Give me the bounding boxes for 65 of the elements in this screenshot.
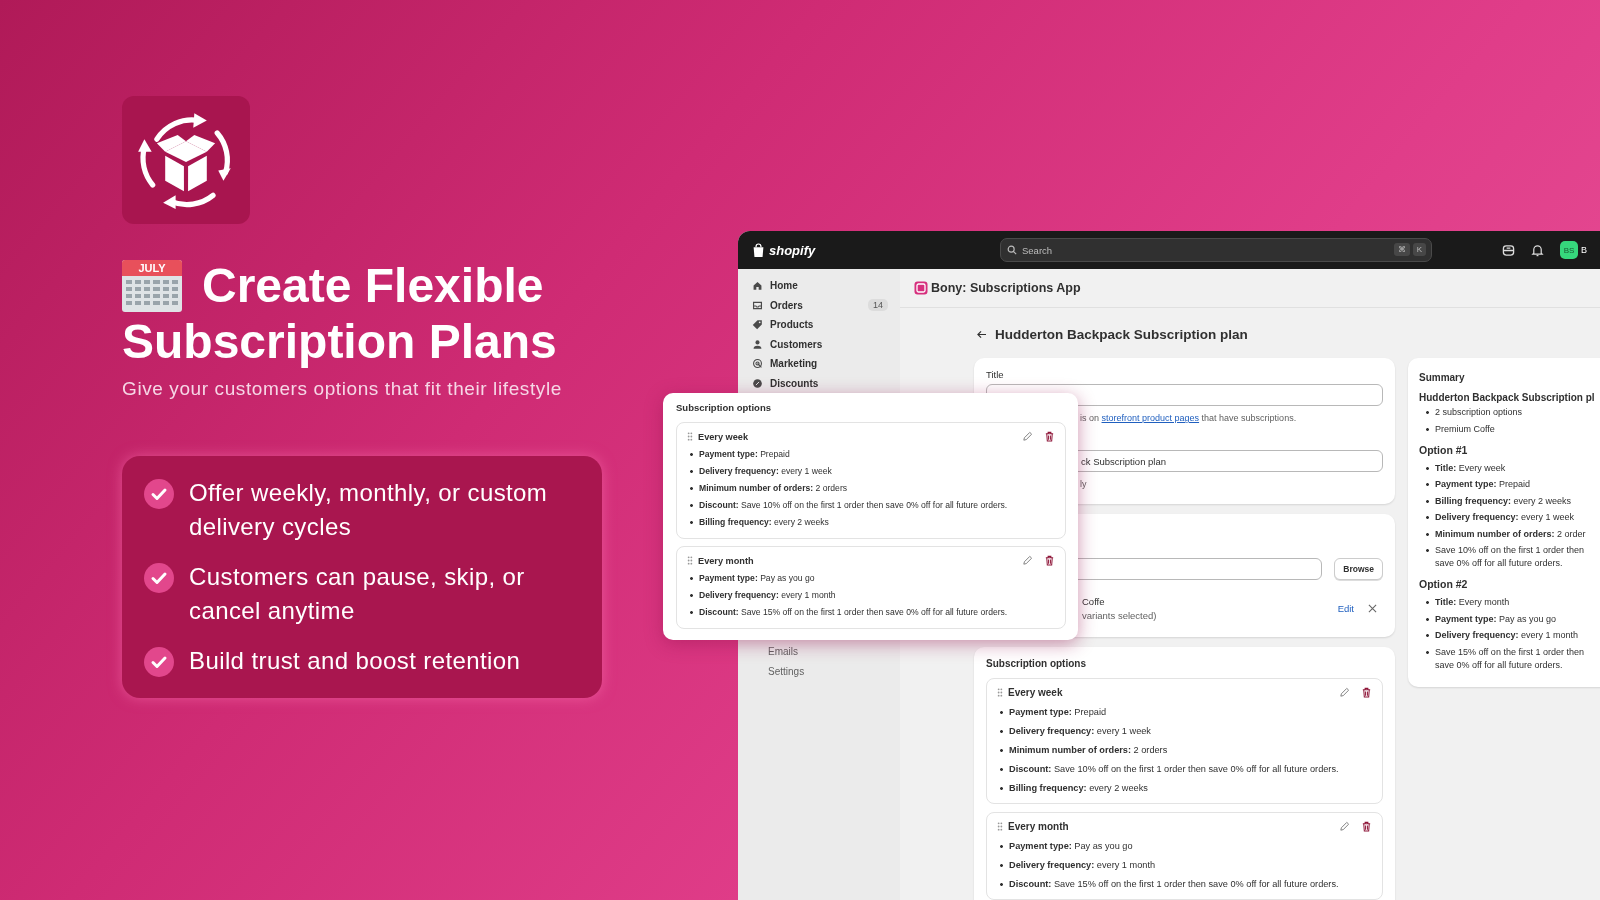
shopping-bag-icon — [752, 242, 765, 258]
user-name: B — [1581, 245, 1587, 255]
check-icon — [144, 563, 174, 593]
sidebar-item[interactable]: Emails — [738, 642, 900, 662]
sidebar-item[interactable]: Discounts — [738, 373, 900, 393]
pencil-icon[interactable] — [1022, 555, 1033, 566]
count-badge: 14 — [868, 299, 888, 312]
home-icon — [752, 280, 763, 292]
plan-name: Hudderton Backpack Subscription pl — [1419, 392, 1596, 403]
back-arrow-icon[interactable] — [976, 329, 987, 339]
brand-name: shopify — [769, 242, 816, 258]
headline: Create Flexible — [202, 258, 544, 314]
sidebar-item[interactable]: Orders 14 — [738, 295, 900, 315]
product-detail: variants selected) — [1082, 610, 1158, 621]
section-heading: Subscription options — [676, 402, 772, 413]
sidebar-item[interactable]: Customers — [738, 334, 900, 354]
browse-button[interactable]: Browse — [1334, 558, 1383, 580]
close-icon[interactable] — [1368, 604, 1377, 613]
pencil-icon[interactable] — [1022, 431, 1033, 442]
target-icon — [752, 358, 763, 370]
edit-link[interactable]: Edit — [1337, 603, 1354, 614]
field-label: Title — [986, 369, 1005, 380]
option-title: Every month — [698, 555, 755, 566]
badge-icon — [752, 377, 763, 389]
trash-icon[interactable] — [1361, 821, 1372, 832]
summary-heading: Summary — [1419, 372, 1466, 383]
sidebar-item[interactable]: Products — [738, 315, 900, 335]
option-title: Every week — [1008, 687, 1064, 698]
trash-icon[interactable] — [1361, 687, 1372, 698]
link[interactable]: storefront product pages — [1101, 413, 1200, 423]
check-icon — [144, 647, 174, 677]
drag-handle-icon[interactable] — [687, 432, 693, 441]
feature-text: Customers can pause, skip, or cancel anytime — [189, 562, 526, 626]
sidebar-item[interactable]: Home — [738, 276, 900, 296]
pencil-icon[interactable] — [1339, 687, 1350, 698]
subtitle: Give your customers options that fit their lifestyle — [122, 378, 562, 400]
option-heading: Option #1 — [1419, 443, 1469, 456]
inbox-icon — [752, 299, 763, 311]
option-heading: Option #2 — [1419, 578, 1469, 590]
feature-text: Build trust and boost retention — [189, 646, 521, 676]
calendar-month-label: JULY — [138, 262, 166, 274]
product-name: Coffe — [1082, 596, 1106, 607]
pencil-icon[interactable] — [1339, 821, 1350, 832]
drag-handle-icon[interactable] — [687, 556, 693, 565]
app-title: Bony: Subscriptions App — [931, 281, 1081, 295]
sidebar-item[interactable]: Marketing — [738, 354, 900, 374]
person-icon — [752, 338, 763, 350]
trash-icon[interactable] — [1044, 431, 1055, 442]
app-icon — [914, 281, 928, 295]
drag-handle-icon[interactable] — [997, 688, 1003, 697]
bell-icon[interactable] — [1531, 243, 1544, 257]
trash-icon[interactable] — [1044, 555, 1055, 566]
headline: Subscription Plans — [122, 314, 557, 370]
field-hint: ly — [1079, 479, 1088, 489]
store-icon[interactable] — [1502, 243, 1515, 257]
section-heading: Subscription options — [986, 658, 1087, 669]
avatar[interactable]: BS — [1560, 241, 1578, 259]
page-title: Hudderton Backpack Subscription plan — [995, 326, 1248, 342]
drag-handle-icon[interactable] — [997, 822, 1003, 831]
sidebar-item[interactable]: Settings — [738, 661, 900, 681]
check-icon — [144, 479, 174, 509]
feature-text: Offer weekly, monthly, or custom delivery cycles — [189, 478, 549, 542]
option-title: Every month — [1008, 821, 1070, 832]
option-title: Every week — [698, 431, 750, 442]
tag-icon — [752, 319, 763, 331]
